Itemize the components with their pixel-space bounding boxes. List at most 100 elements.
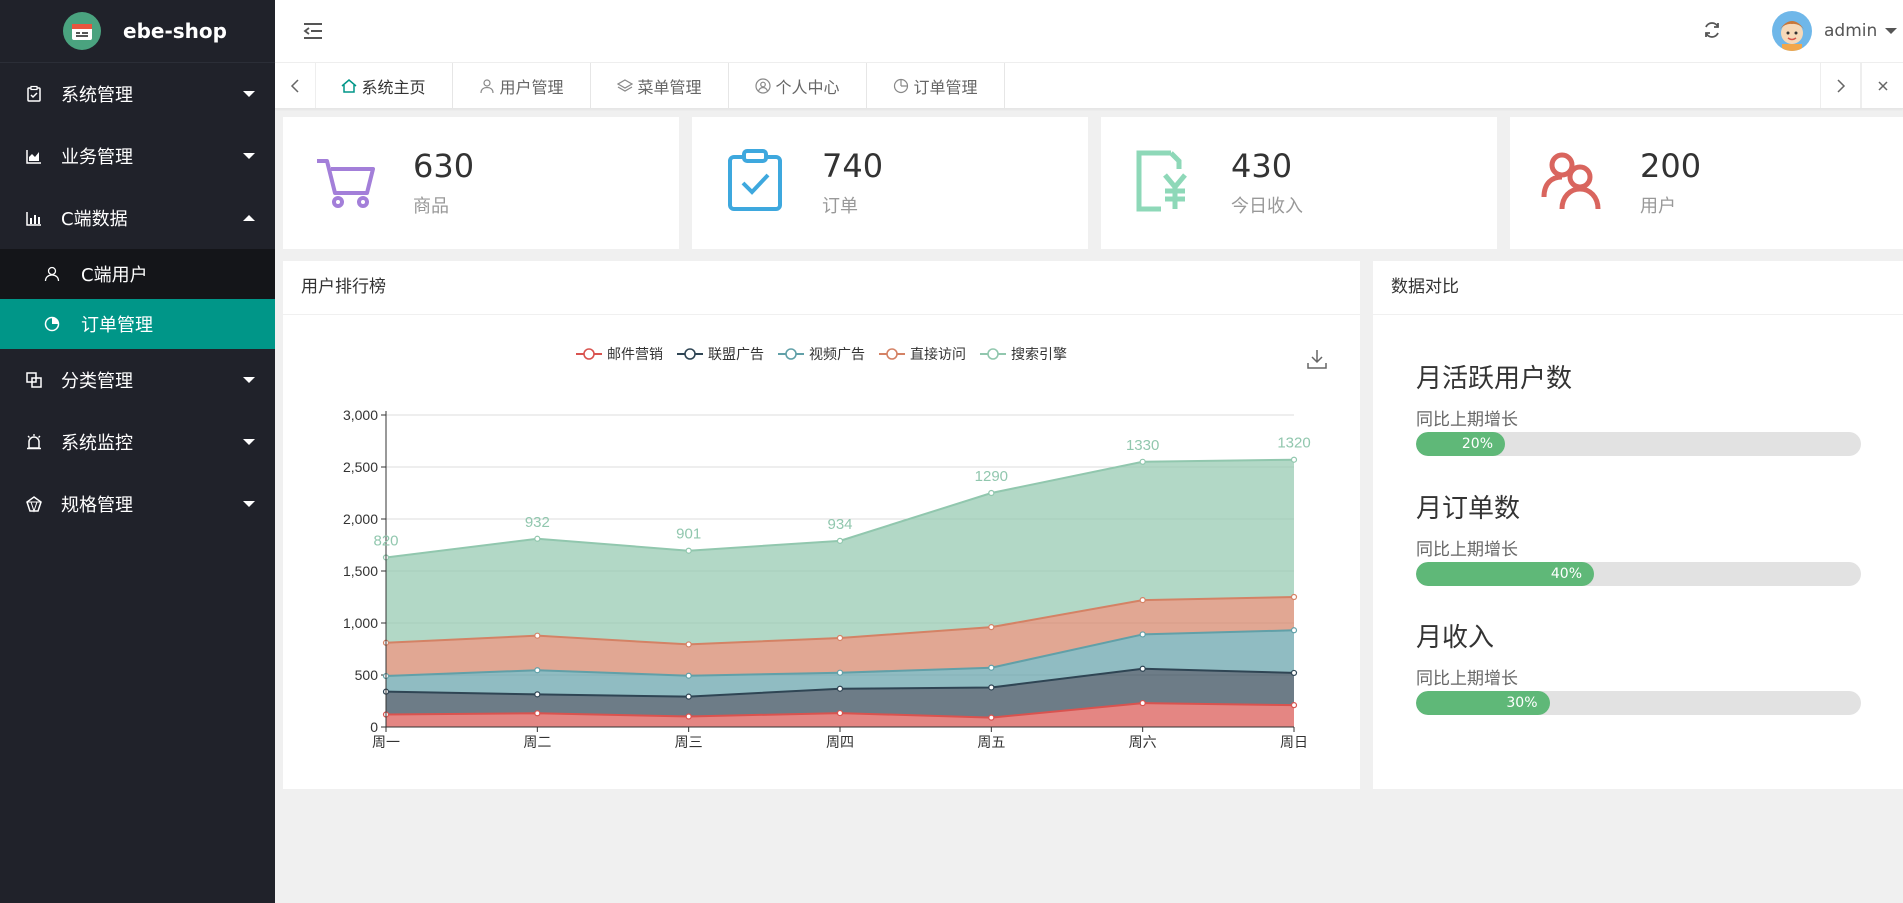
tab-home[interactable]: 系统主页: [315, 63, 453, 108]
sidebar-item-category[interactable]: 分类管理: [0, 349, 275, 411]
home-icon: [341, 78, 357, 93]
data-point: [1290, 702, 1298, 709]
data-point: [988, 664, 995, 671]
data-point: [534, 535, 541, 542]
ranking-panel: 用户排行榜 邮件营销 联盟广告 视频广告 直接访问 搜索引擎 0 500 1,000 1,50…: [283, 261, 1360, 789]
stat-value: 200: [1640, 147, 1702, 185]
data-point: [534, 632, 541, 639]
x-tick-label: 周四: [826, 734, 854, 750]
tab-label: 菜单管理: [637, 77, 702, 97]
progress-fill: 30%: [1416, 691, 1550, 715]
refresh-icon[interactable]: [1702, 20, 1722, 40]
logo[interactable]: ebe-shop: [0, 0, 275, 63]
pie-chart-icon: [894, 78, 909, 93]
users-icon: [1541, 152, 1601, 210]
progress-track: 40%: [1416, 562, 1861, 586]
compare-item: 月订单数 同比上期增长 40%: [1416, 488, 1861, 586]
gem-icon: [26, 496, 42, 513]
data-point: [1139, 458, 1146, 465]
user-icon: [480, 78, 495, 93]
logo-icon: [63, 12, 101, 50]
data-point: [988, 489, 995, 497]
progress-fill: 20%: [1416, 432, 1505, 456]
chevron-down-icon: [243, 91, 255, 97]
compare-title: 月活跃用户数: [1416, 364, 1573, 394]
tab-order-management[interactable]: 订单管理: [867, 63, 1005, 108]
sidebar-item-business[interactable]: 业务管理: [0, 125, 275, 187]
sidebar-item-label: C端用户: [81, 265, 148, 286]
data-point: [1139, 665, 1146, 672]
y-tick-label: 2,000: [343, 511, 378, 527]
tab-label: 系统主页: [361, 77, 426, 97]
compare-title: 月订单数: [1416, 494, 1521, 524]
y-tick-label: 0: [370, 719, 378, 735]
tab-user-management[interactable]: 用户管理: [453, 63, 591, 108]
yen-document-icon: [1136, 150, 1187, 212]
sidebar-item-monitor[interactable]: 系统监控: [0, 411, 275, 473]
data-point: [685, 713, 692, 720]
stat-card-users: 200 用户: [1510, 117, 1903, 249]
data-label: 932: [525, 514, 550, 531]
user-circle-icon: [755, 77, 772, 94]
content-background: [275, 789, 1903, 903]
data-point: [988, 714, 995, 721]
progress-track: 20%: [1416, 432, 1861, 456]
tab-personal-center[interactable]: 个人中心: [729, 63, 867, 108]
chevron-down-icon: [1885, 28, 1898, 34]
menu-fold-icon[interactable]: [303, 22, 323, 40]
sidebar-item-c-data[interactable]: C端数据: [0, 187, 275, 249]
username: admin: [1824, 21, 1878, 41]
sidebar-item-label: 系统管理: [61, 85, 133, 106]
data-label: 934: [827, 516, 852, 533]
compare-item: 月收入 同比上期增长 30%: [1416, 617, 1861, 715]
chevron-up-icon: [243, 215, 255, 221]
x-tick-label: 周日: [1280, 734, 1308, 750]
alarm-icon: [27, 434, 41, 450]
y-tick-label: 500: [355, 667, 379, 683]
tabs-close-menu[interactable]: [1860, 63, 1903, 108]
compare-item: 月活跃用户数 同比上期增长 20%: [1416, 358, 1861, 456]
data-point: [836, 669, 844, 676]
x-tick-label: 周二: [523, 734, 551, 750]
sidebar-item-system[interactable]: 系统管理: [0, 63, 275, 125]
stat-card-income: 430 今日收入: [1101, 117, 1497, 249]
tabs-bar: 系统主页 用户管理 菜单管理 个人中心 订单管理: [275, 63, 1903, 109]
sidebar-item-spec[interactable]: 规格管理: [0, 473, 275, 535]
app-name: ebe-shop: [123, 19, 227, 43]
data-point: [534, 691, 541, 698]
sidebar: ebe-shop 系统管理 业务管理 C端数据 C端用户 订单管理 分类管理 系…: [0, 0, 275, 903]
sidebar-item-c-users[interactable]: C端用户: [0, 249, 275, 299]
avatar: [1772, 11, 1812, 51]
progress-label: 40%: [1550, 566, 1582, 582]
sidebar-item-label: 分类管理: [61, 371, 133, 392]
chevron-down-icon: [243, 153, 255, 159]
compare-panel: 数据对比 月活跃用户数 同比上期增长 20% 月订单数 同比上期增长 40% 月…: [1373, 261, 1903, 789]
tabs-scroll-right[interactable]: [1820, 63, 1862, 108]
tabs-scroll-left[interactable]: [275, 63, 316, 108]
x-tick-label: 周三: [675, 734, 703, 750]
user-menu[interactable]: admin: [1772, 11, 1898, 51]
data-point: [534, 667, 541, 674]
chevron-down-icon: [243, 377, 255, 383]
stat-label: 用户: [1640, 196, 1676, 217]
y-tick-label: 1,000: [343, 615, 378, 631]
compare-title: 月收入: [1416, 623, 1495, 653]
data-point: [836, 537, 844, 544]
stat-label: 今日收入: [1231, 196, 1303, 217]
stat-value: 740: [822, 147, 884, 185]
sidebar-item-label: C端数据: [61, 209, 128, 230]
data-point: [836, 685, 844, 692]
data-point: [836, 634, 844, 642]
data-point: [988, 684, 995, 691]
area-chart-icon: [26, 150, 41, 164]
panel-title: 数据对比: [1373, 261, 1903, 315]
sidebar-item-label: 系统监控: [61, 433, 133, 454]
bar-chart-icon: [26, 212, 41, 226]
progress-label: 30%: [1506, 695, 1538, 711]
sidebar-item-orders[interactable]: 订单管理: [0, 299, 275, 349]
x-tick-label: 周一: [372, 734, 400, 750]
chevron-right-icon: [1837, 78, 1846, 93]
cart-icon: [317, 159, 375, 208]
tab-label: 用户管理: [499, 77, 564, 97]
tab-menu-management[interactable]: 菜单管理: [591, 63, 729, 108]
